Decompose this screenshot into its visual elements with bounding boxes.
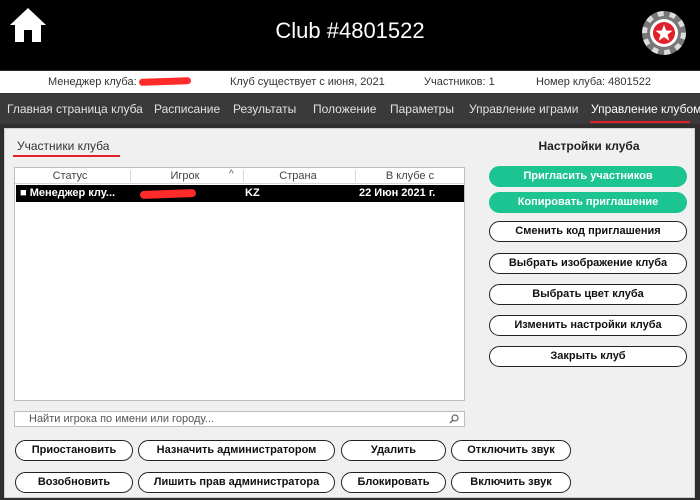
table-row[interactable]: ■ Менеджер клу... KZ 22 Июн 2021 г.	[16, 185, 464, 202]
search-icon[interactable]	[449, 414, 459, 424]
cell-status: ■ Менеджер клу...	[20, 187, 116, 199]
header-bar: Club #4801522	[0, 0, 700, 70]
close-club-button[interactable]: Закрыть клуб	[489, 346, 687, 367]
choose-club-color-button[interactable]: Выбрать цвет клуба	[489, 284, 687, 305]
club-title: Club #4801522	[275, 18, 425, 43]
block-button[interactable]: Блокировать	[341, 472, 446, 493]
nav-club-home[interactable]: Главная страница клуба	[7, 102, 143, 116]
manager-info: Менеджер клуба:	[48, 76, 191, 88]
column-country[interactable]: Страна	[243, 170, 353, 182]
delete-button[interactable]: Удалить	[341, 440, 446, 461]
active-tab-underline	[13, 155, 120, 157]
club-number: Номер клуба: 4801522	[536, 76, 651, 88]
nav-club-management[interactable]: Управление клубом	[591, 102, 700, 116]
player-search-box	[14, 411, 465, 427]
mute-button[interactable]: Отключить звук	[451, 440, 571, 461]
make-admin-button[interactable]: Назначить администратором	[138, 440, 335, 461]
copy-invite-button[interactable]: Копировать приглашение	[489, 192, 687, 213]
nav-parameters[interactable]: Параметры	[390, 102, 454, 116]
nav-results[interactable]: Результаты	[233, 102, 296, 116]
nav-standings[interactable]: Положение	[313, 102, 376, 116]
column-player[interactable]: Игрок	[130, 170, 240, 182]
resume-button[interactable]: Возобновить	[15, 472, 133, 493]
table-header: Статус Игрок ^ Страна В клубе с	[15, 168, 464, 184]
club-info-bar: Менеджер клуба: Клуб существует с июня, …	[0, 71, 700, 93]
redacted-player-name	[139, 189, 197, 199]
choose-club-image-button[interactable]: Выбрать изображение клуба	[489, 253, 687, 274]
pokerstars-logo-icon	[641, 10, 687, 56]
nav-game-management[interactable]: Управление играми	[469, 102, 578, 116]
player-search-input[interactable]	[29, 412, 439, 426]
edit-club-settings-button[interactable]: Изменить настройки клуба	[489, 315, 687, 336]
revoke-admin-button[interactable]: Лишить прав администратора	[138, 472, 335, 493]
cell-country: KZ	[245, 187, 260, 199]
redacted-manager-name	[138, 76, 191, 86]
manager-label: Менеджер клуба:	[48, 76, 137, 88]
club-settings-title: Настройки клуба	[538, 139, 640, 153]
main-nav: Главная страница клуба Расписание Резуль…	[0, 94, 700, 124]
club-management-panel: Участники клуба Статус Игрок ^ Страна В …	[4, 128, 695, 498]
members-count: Участников: 1	[424, 76, 495, 88]
suspend-button[interactable]: Приостановить	[15, 440, 133, 461]
change-invite-code-button[interactable]: Сменить код приглашения	[489, 221, 687, 242]
active-nav-underline	[590, 121, 690, 123]
invite-members-button[interactable]: Пригласить участников	[489, 166, 687, 187]
club-since-text: Клуб существует с июня, 2021	[230, 76, 385, 88]
members-table: Статус Игрок ^ Страна В клубе с ■ Менедж…	[14, 167, 465, 401]
nav-schedule[interactable]: Расписание	[154, 102, 220, 116]
column-joined[interactable]: В клубе с	[355, 170, 465, 182]
unmute-button[interactable]: Включить звук	[451, 472, 571, 493]
tab-club-members[interactable]: Участники клуба	[17, 139, 109, 153]
sort-up-icon: ^	[229, 169, 234, 180]
cell-joined: 22 Июн 2021 г.	[359, 187, 436, 199]
column-status[interactable]: Статус	[15, 170, 125, 182]
